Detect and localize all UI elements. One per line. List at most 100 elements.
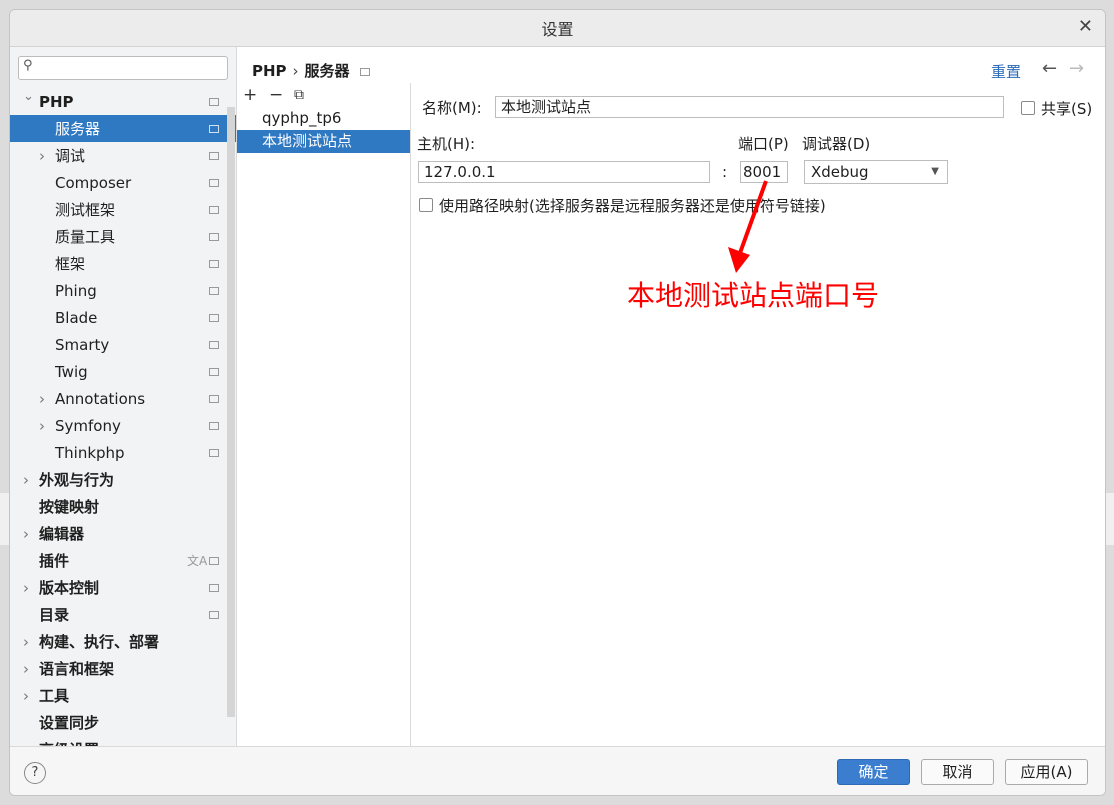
sidebar-item[interactable]: › 外观与行为 <box>10 466 236 493</box>
chevron-right-icon[interactable]: › <box>23 471 29 489</box>
breadcrumb: PHP › 服务器 <box>252 60 370 81</box>
translate-icon: 文A <box>187 554 208 568</box>
sidebar-item-label: Thinkphp <box>55 443 125 462</box>
sidebar-item[interactable]: › 调试 <box>10 142 236 169</box>
sidebar-item[interactable]: › Symfony <box>10 412 236 439</box>
pin-icon <box>209 368 219 376</box>
apply-button[interactable]: 应用(A) <box>1005 759 1088 785</box>
pin-icon <box>209 179 219 187</box>
dialog-footer: ? 确定 取消 应用(A) <box>10 746 1105 795</box>
annotation-arrow <box>728 180 768 273</box>
sidebar-item-label: Smarty <box>55 335 110 354</box>
sidebar-item[interactable]: Smarty <box>10 331 236 358</box>
share-checkbox[interactable] <box>1021 101 1035 115</box>
chevron-right-icon[interactable]: › <box>23 633 29 651</box>
sidebar-item[interactable]: › 版本控制 <box>10 574 236 601</box>
sidebar-item[interactable]: Composer <box>10 169 236 196</box>
sidebar-item[interactable]: 设置同步 <box>10 709 236 736</box>
forward-arrow-icon[interactable]: → <box>1069 58 1084 79</box>
pin-icon <box>209 395 219 403</box>
breadcrumb-php[interactable]: PHP <box>252 62 287 80</box>
sidebar-item[interactable]: Blade <box>10 304 236 331</box>
chevron-right-icon[interactable]: › <box>39 147 45 165</box>
sidebar-item-label: 编辑器 <box>39 525 85 543</box>
pin-icon <box>209 314 219 322</box>
chevron-down-icon[interactable]: ⌄ <box>23 89 34 104</box>
sidebar-item[interactable]: Thinkphp <box>10 439 236 466</box>
sidebar-item-label: Composer <box>55 173 132 192</box>
ok-button[interactable]: 确定 <box>837 759 910 785</box>
sidebar-item-label: 构建、执行、部署 <box>39 633 160 651</box>
add-server-button[interactable]: + <box>243 85 257 105</box>
sidebar-scrollbar[interactable] <box>227 107 235 717</box>
pin-icon <box>209 233 219 241</box>
server-item-selected[interactable]: 本地测试站点 <box>237 130 410 153</box>
server-list-panel: + − ⧉ qyphp_tp6 本地测试站点 <box>237 83 411 746</box>
pin-icon <box>209 152 219 160</box>
sidebar-item-label: 高级设置 <box>39 739 99 746</box>
pin-icon <box>209 125 219 133</box>
sidebar-item[interactable]: 高级设置 <box>10 736 236 746</box>
chevron-down-icon: ▼ <box>931 166 939 177</box>
chevron-right-icon[interactable]: › <box>39 417 45 435</box>
pin-icon <box>209 584 219 592</box>
sidebar-item[interactable]: 服务器 <box>10 115 236 142</box>
sidebar-item-label: 调试 <box>55 147 86 165</box>
debugger-select[interactable]: Xdebug ▼ <box>804 160 948 184</box>
pin-icon <box>209 341 219 349</box>
chevron-right-icon[interactable]: › <box>23 579 29 597</box>
sidebar-item[interactable]: › 构建、执行、部署 <box>10 628 236 655</box>
chevron-right-icon[interactable]: › <box>23 525 29 543</box>
remove-server-button[interactable]: − <box>269 85 283 105</box>
search-input[interactable]: ⚲ <box>18 56 228 80</box>
name-field[interactable]: 本地测试站点 <box>495 96 1004 118</box>
breadcrumb-separator: › <box>292 62 299 80</box>
sidebar-item[interactable]: Twig <box>10 358 236 385</box>
copy-server-icon[interactable]: ⧉ <box>294 87 304 103</box>
sidebar-item-label: 版本控制 <box>39 579 100 597</box>
title-bar: 设置 ✕ <box>10 10 1105 47</box>
sidebar-item-label: 按键映射 <box>39 498 100 516</box>
name-label: 名称(M): <box>422 99 482 117</box>
path-mapping-checkbox[interactable] <box>419 198 433 212</box>
sidebar-item-label: 目录 <box>39 606 70 624</box>
help-button[interactable]: ? <box>24 762 46 784</box>
cancel-button[interactable]: 取消 <box>921 759 994 785</box>
sidebar-item[interactable]: Phing <box>10 277 236 304</box>
pin-icon <box>209 557 219 565</box>
pin-icon[interactable] <box>359 67 370 76</box>
annotation-arrow-line <box>738 180 768 254</box>
sidebar-item[interactable]: › 语言和框架 <box>10 655 236 682</box>
host-field[interactable]: 127.0.0.1 <box>418 161 710 183</box>
sidebar-item[interactable]: › Annotations <box>10 385 236 412</box>
pin-icon <box>209 449 219 457</box>
sidebar-item[interactable]: 插件 文A <box>10 547 236 574</box>
debugger-value: Xdebug <box>811 163 869 181</box>
sidebar-item-label: 语言和框架 <box>39 660 115 678</box>
sidebar-item[interactable]: 测试框架 <box>10 196 236 223</box>
sidebar-item[interactable]: 质量工具 <box>10 223 236 250</box>
pin-icon <box>209 206 219 214</box>
sidebar-item[interactable]: › 工具 <box>10 682 236 709</box>
sidebar-item[interactable]: 目录 <box>10 601 236 628</box>
port-label: 端口(P) <box>738 135 789 153</box>
sidebar-item[interactable]: 框架 <box>10 250 236 277</box>
close-icon[interactable]: ✕ <box>1078 16 1093 37</box>
chevron-right-icon[interactable]: › <box>23 660 29 678</box>
chevron-right-icon[interactable]: › <box>39 390 45 408</box>
sidebar-item-label: Annotations <box>55 389 146 408</box>
sidebar-item[interactable]: › 编辑器 <box>10 520 236 547</box>
sidebar-item[interactable]: 按键映射 <box>10 493 236 520</box>
sidebar-item-label: 服务器 <box>55 120 101 138</box>
sidebar-item[interactable]: ⌄ PHP <box>10 88 236 115</box>
sidebar-item-label: Twig <box>55 362 88 381</box>
pin-icon <box>209 260 219 268</box>
sidebar: ⚲ ⌄ PHP 服务器 › 调试 Composer 测试框架 质量工具 框架 Phing Blade… <box>10 47 237 746</box>
host-label: 主机(H): <box>417 135 476 153</box>
back-arrow-icon[interactable]: ← <box>1042 58 1057 79</box>
reset-link[interactable]: 重置 <box>991 61 1021 82</box>
chevron-right-icon[interactable]: › <box>23 687 29 705</box>
dialog-title: 设置 <box>541 20 574 39</box>
search-icon: ⚲ <box>23 58 33 73</box>
server-item[interactable]: qyphp_tp6 <box>237 107 410 130</box>
